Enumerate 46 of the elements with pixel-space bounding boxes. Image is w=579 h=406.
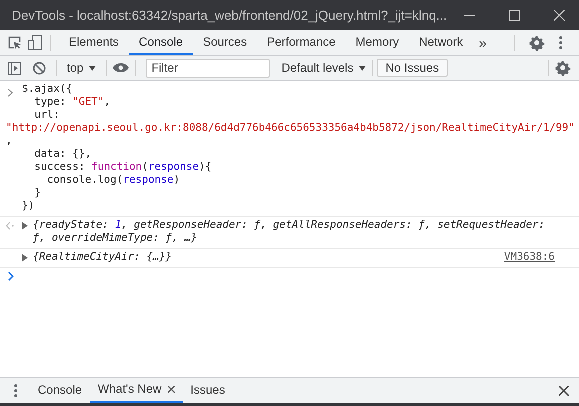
source-link[interactable]: VM3638:6 bbox=[504, 251, 555, 264]
code-line: url: bbox=[34, 109, 61, 122]
caret-icon bbox=[358, 66, 366, 70]
caret-icon bbox=[88, 66, 96, 70]
drawer-menu-icon[interactable] bbox=[14, 384, 18, 398]
clear-console-icon[interactable] bbox=[33, 62, 46, 74]
sidebar-toggle-icon[interactable] bbox=[8, 62, 21, 74]
log-levels-dropdown[interactable]: Default levels bbox=[278, 61, 370, 75]
chevron-icon bbox=[6, 89, 15, 97]
issues-button[interactable]: No Issues bbox=[376, 59, 448, 77]
code-line: } bbox=[34, 187, 42, 200]
settings-icon[interactable] bbox=[529, 34, 545, 50]
more-options-icon[interactable] bbox=[559, 36, 563, 50]
drawer-tab[interactable]: Issues bbox=[182, 378, 234, 403]
maximize-icon[interactable] bbox=[509, 10, 520, 20]
panel-tab[interactable]: Memory bbox=[346, 30, 410, 55]
object-preview: {readyState: 1, getResponseHeader: ƒ, getAllResponseHeaders: ƒ, setRequestHeader: ƒ, overrideMimeType: ƒ, …} bbox=[33, 219, 546, 245]
code-line: console.log(response) bbox=[46, 174, 182, 187]
code-line: type: "GET", bbox=[34, 96, 112, 109]
drawer-tab[interactable]: Console bbox=[30, 378, 90, 403]
drawer-tab[interactable]: What's New bbox=[90, 378, 183, 403]
code-line: "http://openapi.seoul.go.kr:8088/6d4d776b466c656533356a4b4b5872/json/RealtimeCityAir/1/99" bbox=[6, 122, 575, 135]
object-preview: {RealtimeCityAir: {…}} bbox=[33, 251, 172, 264]
settings-icon[interactable] bbox=[555, 60, 571, 76]
device-toolbar-icon[interactable] bbox=[28, 35, 42, 50]
code-line: , bbox=[6, 135, 14, 148]
panel-tab[interactable]: Sources bbox=[193, 30, 258, 55]
close-icon[interactable] bbox=[559, 386, 569, 396]
close-tab-icon[interactable] bbox=[168, 386, 175, 393]
panel-tab[interactable]: Performance bbox=[257, 30, 346, 55]
context-dropdown[interactable]: top bbox=[63, 61, 100, 75]
eye-icon[interactable] bbox=[112, 63, 129, 73]
filter-field[interactable]: Filter bbox=[146, 58, 270, 78]
panel-tab[interactable]: Network bbox=[409, 30, 474, 55]
expand-arrow-icon[interactable] bbox=[22, 222, 28, 230]
code-line: data: {}, bbox=[34, 148, 93, 161]
expand-arrow-icon[interactable] bbox=[22, 254, 28, 262]
more-tabs-button[interactable]: » bbox=[473, 34, 493, 50]
code-line: success: function(response){ bbox=[34, 161, 213, 174]
window-title: DevTools - localhost:63342/sparta_web/frontend/02_jQuery.html?_ijt=klnq... bbox=[12, 8, 448, 22]
panel-tab[interactable]: Elements bbox=[59, 30, 130, 55]
return-value-icon bbox=[6, 222, 15, 230]
prompt-chevron-icon[interactable] bbox=[8, 272, 14, 281]
code-line: $.ajax({ bbox=[22, 83, 74, 96]
code-line: }) bbox=[22, 200, 36, 213]
inspect-element-icon[interactable] bbox=[8, 36, 22, 50]
